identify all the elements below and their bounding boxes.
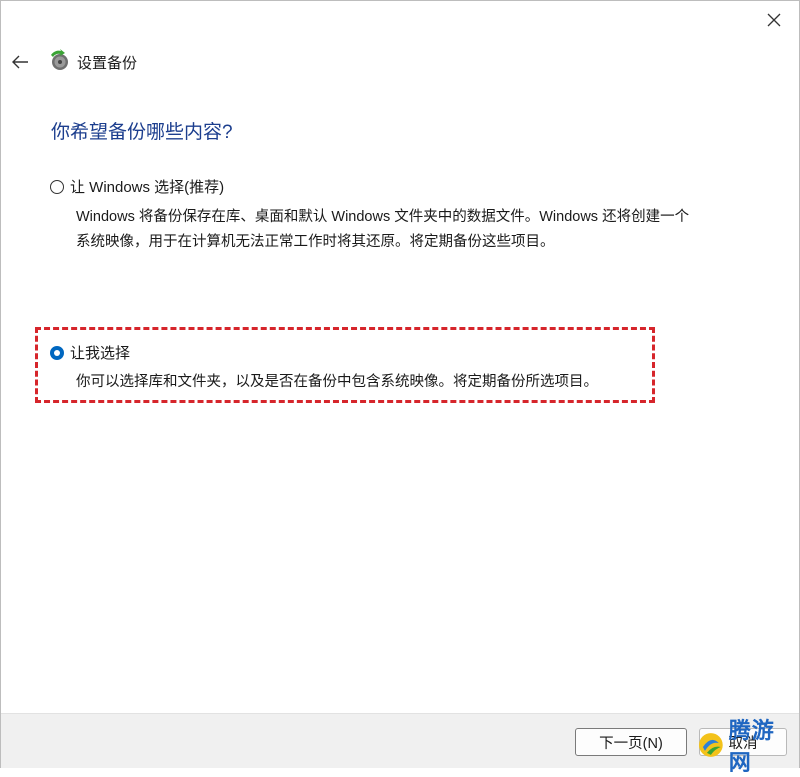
window-title: 设置备份	[77, 55, 138, 72]
description-line: 系统映像，用于在计算机无法正常工作时将其还原。将定期备份这些项目。	[76, 234, 555, 250]
close-icon	[767, 13, 781, 27]
description-line: 你可以选择库和文件夹，以及是否在备份中包含系统映像。将定期备份所选项目。	[76, 374, 598, 390]
radio-windows-choose[interactable]	[50, 179, 64, 194]
backup-icon	[51, 49, 68, 70]
description-line: Windows 将备份保存在库、桌面和默认 Windows 文件夹中的数据文件。…	[76, 209, 690, 225]
watermark: 腾游网	[697, 718, 797, 775]
backup-setup-window: 设置备份 你希望备份哪些内容? 让 Windows 选择(推荐) Windows…	[0, 0, 800, 775]
option-let-me-choose[interactable]: 让我选择	[50, 342, 130, 363]
close-button[interactable]	[757, 5, 791, 35]
option-windows-choose[interactable]: 让 Windows 选择(推荐)	[50, 176, 224, 197]
back-button[interactable]	[9, 51, 31, 73]
page-title: 你希望备份哪些内容?	[51, 122, 233, 143]
option-let-me-choose-label: 让我选择	[70, 345, 131, 362]
watermark-logo-icon	[698, 733, 723, 757]
header-bar: 设置备份	[1, 45, 799, 77]
option-windows-choose-description: Windows 将备份保存在库、桌面和默认 Windows 文件夹中的数据文件。…	[76, 205, 776, 255]
radio-let-me-choose[interactable]	[50, 345, 64, 360]
next-button[interactable]: 下一页(N)	[575, 728, 687, 756]
watermark-text: 腾游网	[728, 718, 775, 775]
option-windows-choose-label: 让 Windows 选择(推荐)	[70, 179, 225, 196]
footer-bar: 下一页(N) 取消	[1, 713, 799, 768]
arrow-left-icon	[12, 55, 28, 69]
option-let-me-choose-description: 你可以选择库和文件夹，以及是否在备份中包含系统映像。将定期备份所选项目。	[76, 370, 776, 395]
